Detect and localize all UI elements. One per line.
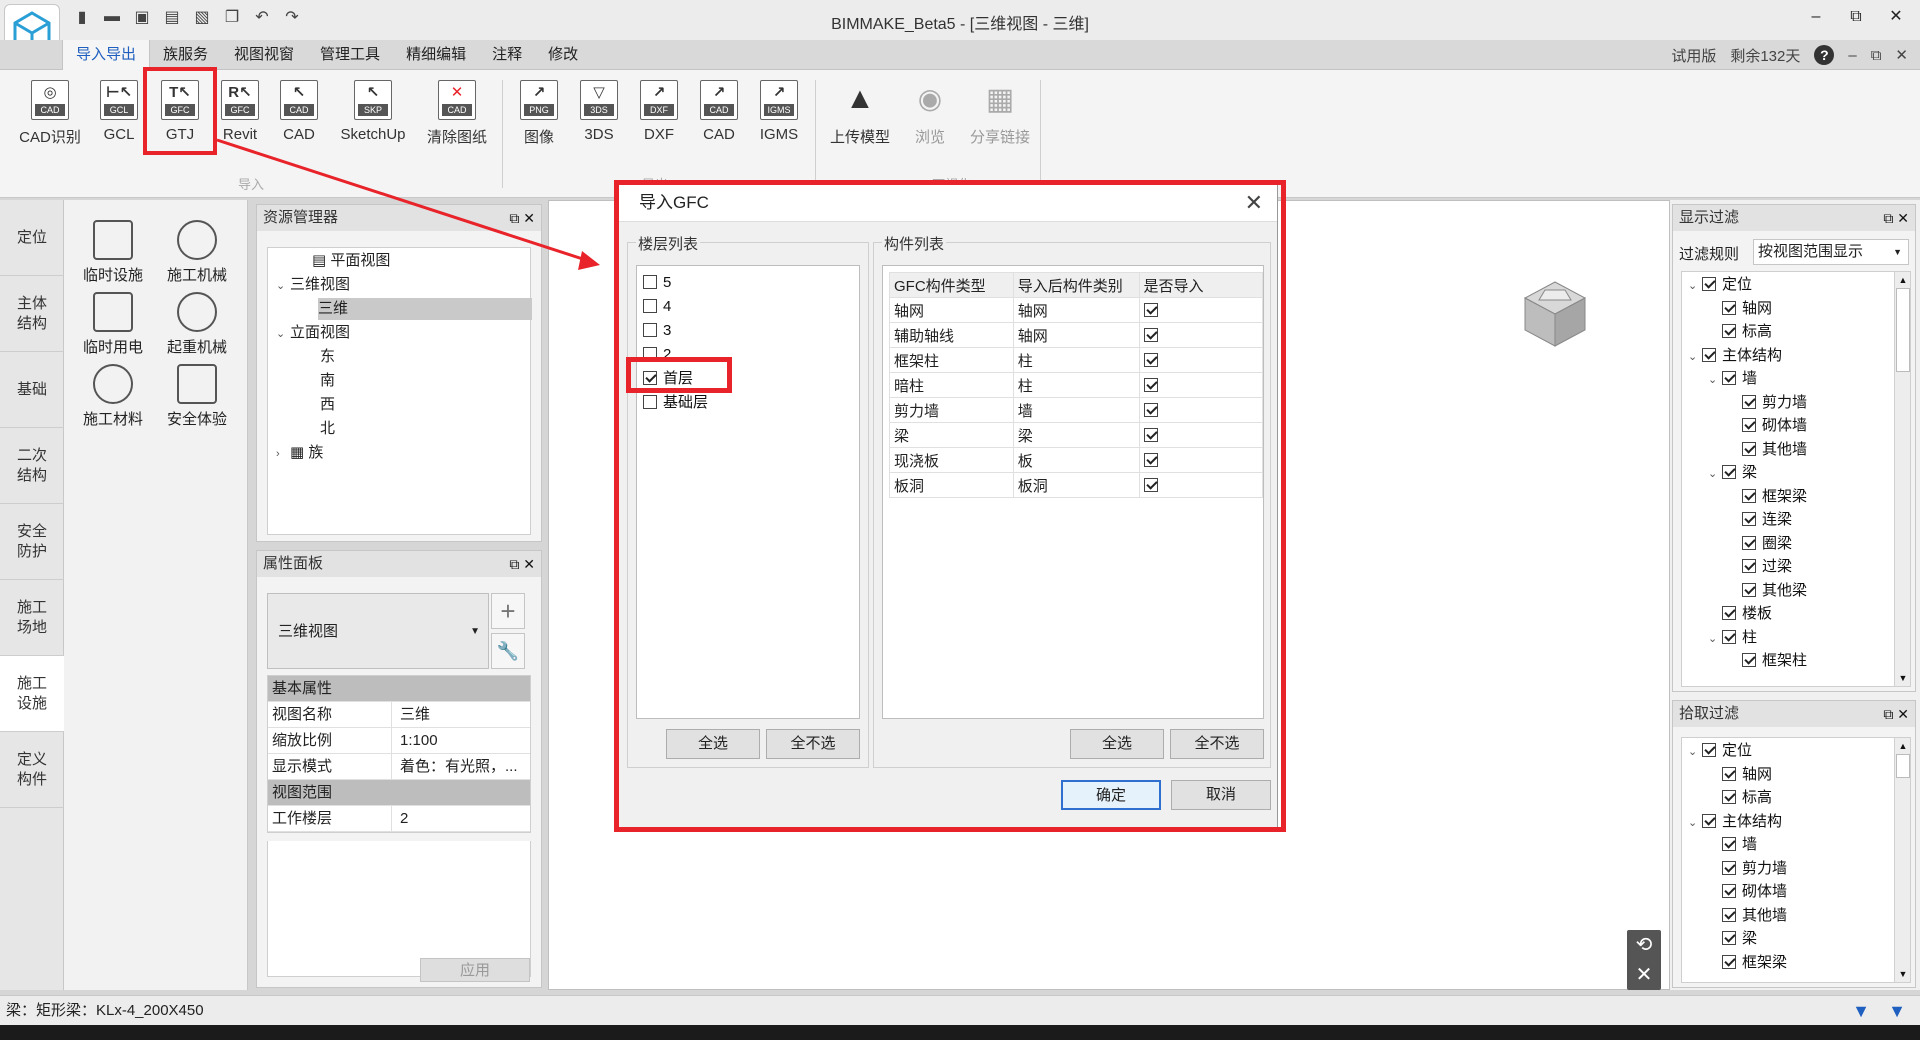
dialog-highlight-box — [614, 180, 1286, 832]
first-floor-highlight-box — [626, 357, 732, 393]
